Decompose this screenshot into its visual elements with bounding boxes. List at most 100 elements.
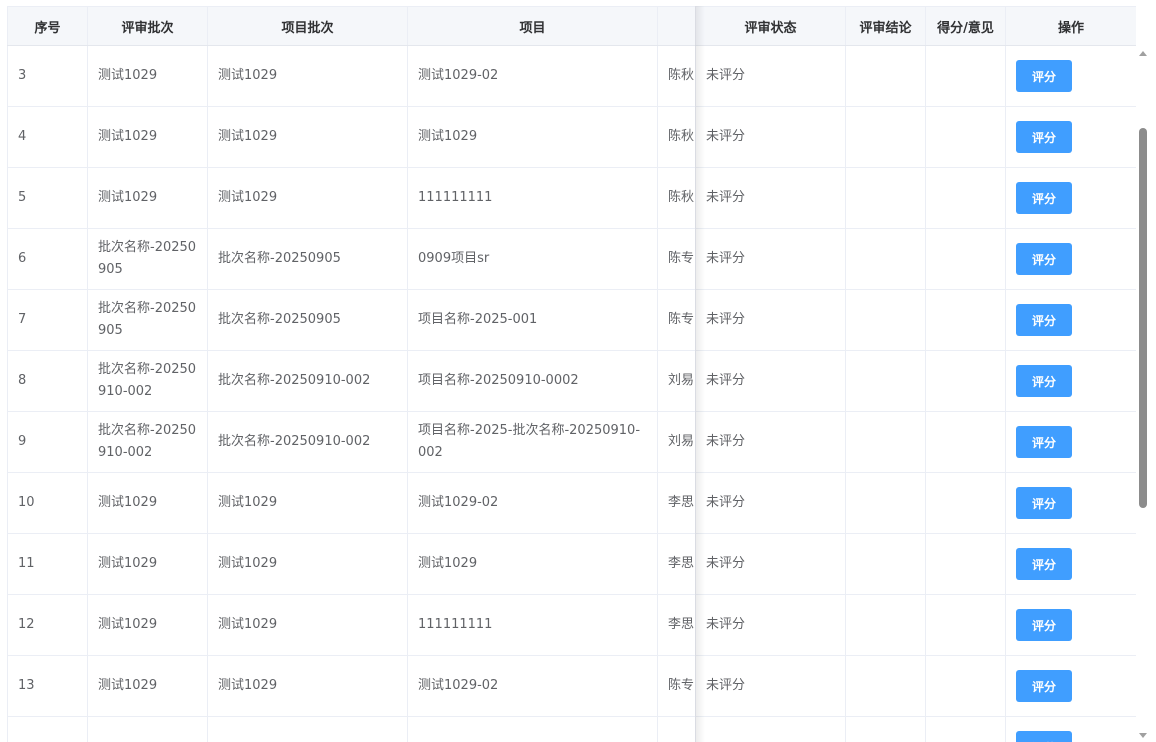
col-action-cell: 评分 [1005,107,1136,167]
col-conclusion-cell [845,46,925,106]
col-project-batch-text: 测试1029 [218,190,278,205]
col-project-text: 111111111 [418,190,493,205]
col-review-batch-cell: 批次名称-20250910-002 [87,351,207,411]
col-score-cell [925,656,1005,716]
col-index-cell: 10 [7,473,87,533]
col-index-text: 12 [18,617,35,632]
score-button[interactable]: 评分 [1016,365,1072,397]
col-review-batch-text: 测试1029 [98,190,158,205]
col-review-batch-text: 批次名称-20250905 [98,301,197,338]
header-label: 序号 [34,20,61,36]
col-project-text: 测试1029 [418,556,478,571]
col-project-text: 测试1029-02 [418,678,499,693]
score-button[interactable]: 评分 [1016,60,1072,92]
col-review-batch-text: 批次名称-20250910-002 [98,362,197,399]
col-conclusion-cell [845,412,925,472]
col-project-batch-cell: 测试1029 [207,595,407,655]
col-project-batch-text: 测试1029 [218,129,278,144]
col-expert-text: 陈秋 [668,190,695,205]
score-button[interactable]: 评分 [1016,243,1072,275]
header-col-status: 评审状态 [695,7,845,45]
col-project-batch-cell [207,717,407,742]
col-project-text: 111111111 [418,617,493,632]
score-button[interactable]: 评分 [1016,304,1072,336]
col-score-cell [925,717,1005,742]
col-index-text: 9 [18,434,27,449]
col-review-batch-cell [87,717,207,742]
col-project-batch-cell: 批次名称-20250905 [207,290,407,350]
table-row: 13 测试1029 测试1029 测试1029-02 陈专 未评分 评分 [7,656,1136,717]
col-score-cell [925,46,1005,106]
col-action-cell: 评分 [1005,473,1136,533]
vertical-scrollbar[interactable] [1136,44,1150,742]
header-label: 评审结论 [859,20,912,36]
col-project-text: 测试1029-02 [418,495,499,510]
col-index-cell: 11 [7,534,87,594]
col-index-text: 3 [18,68,27,83]
col-review-batch-text: 测试1029 [98,129,158,144]
col-project-cell: 测试1029-02 [407,46,657,106]
scroll-up-arrow-icon[interactable] [1139,51,1147,56]
col-action-cell: 评分 [1005,46,1136,106]
col-conclusion-cell [845,229,925,289]
col-score-cell [925,168,1005,228]
col-project-batch-text: 测试1029 [218,495,278,510]
col-conclusion-cell [845,473,925,533]
col-project-batch-cell: 批次名称-20250910-002 [207,351,407,411]
header-label: 项目 [519,20,546,36]
col-project-batch-cell: 测试1029 [207,168,407,228]
col-expert-text: 陈专 [668,251,695,266]
col-conclusion-cell [845,656,925,716]
scrollbar-thumb[interactable] [1139,128,1147,508]
col-index-cell: 8 [7,351,87,411]
col-conclusion-cell [845,107,925,167]
col-status-cell: 未评分 [695,595,845,655]
score-button[interactable]: 评分 [1016,548,1072,580]
header-label: 项目批次 [281,20,334,36]
col-conclusion-cell [845,168,925,228]
col-review-batch-cell: 批次名称-20250905 [87,290,207,350]
score-button[interactable]: 评分 [1016,731,1072,742]
col-status-text: 未评分 [706,312,746,327]
table-row: 8 批次名称-20250910-002 批次名称-20250910-002 项目名称-… [7,351,1136,412]
col-review-batch-cell: 批次名称-20250905 [87,229,207,289]
col-status-text: 未评分 [706,251,746,266]
col-project-batch-cell: 测试1029 [207,107,407,167]
table-row: 9 批次名称-20250910-002 批次名称-20250910-002 项目名称-… [7,412,1136,473]
col-status-cell: 未评分 [695,46,845,106]
col-review-batch-cell: 测试1029 [87,107,207,167]
col-review-batch-text: 批次名称-20250905 [98,240,197,277]
col-project-batch-text: 测试1029 [218,678,278,693]
col-score-cell [925,595,1005,655]
col-action-cell: 评分 [1005,717,1136,742]
col-index-text: 11 [18,556,35,571]
score-button[interactable]: 评分 [1016,426,1072,458]
col-index-text: 5 [18,190,27,205]
col-index-cell: 4 [7,107,87,167]
col-expert-text: 李思 [668,617,695,632]
col-project-cell [407,717,657,742]
score-button[interactable]: 评分 [1016,609,1072,641]
col-project-cell: 测试1029 [407,107,657,167]
header-col-project-batch: 项目批次 [207,7,407,45]
col-score-cell [925,107,1005,167]
header-label: 得分/意见 [937,20,994,36]
score-button[interactable]: 评分 [1016,487,1072,519]
col-index-text: 6 [18,251,27,266]
col-status-cell: 未评分 [695,168,845,228]
col-project-batch-cell: 测试1029 [207,656,407,716]
table-row: 评分 [7,717,1136,742]
col-index-cell: 9 [7,412,87,472]
col-project-cell: 测试1029-02 [407,656,657,716]
col-status-cell: 未评分 [695,107,845,167]
col-status-text: 未评分 [706,190,746,205]
col-project-batch-text: 批次名称-20250910-002 [218,373,371,388]
col-status-text: 未评分 [706,556,746,571]
score-button[interactable]: 评分 [1016,670,1072,702]
score-button[interactable]: 评分 [1016,182,1072,214]
col-score-cell [925,229,1005,289]
score-button[interactable]: 评分 [1016,121,1072,153]
col-index-text: 4 [18,129,27,144]
col-status-cell: 未评分 [695,473,845,533]
scroll-down-arrow-icon[interactable] [1139,733,1147,738]
